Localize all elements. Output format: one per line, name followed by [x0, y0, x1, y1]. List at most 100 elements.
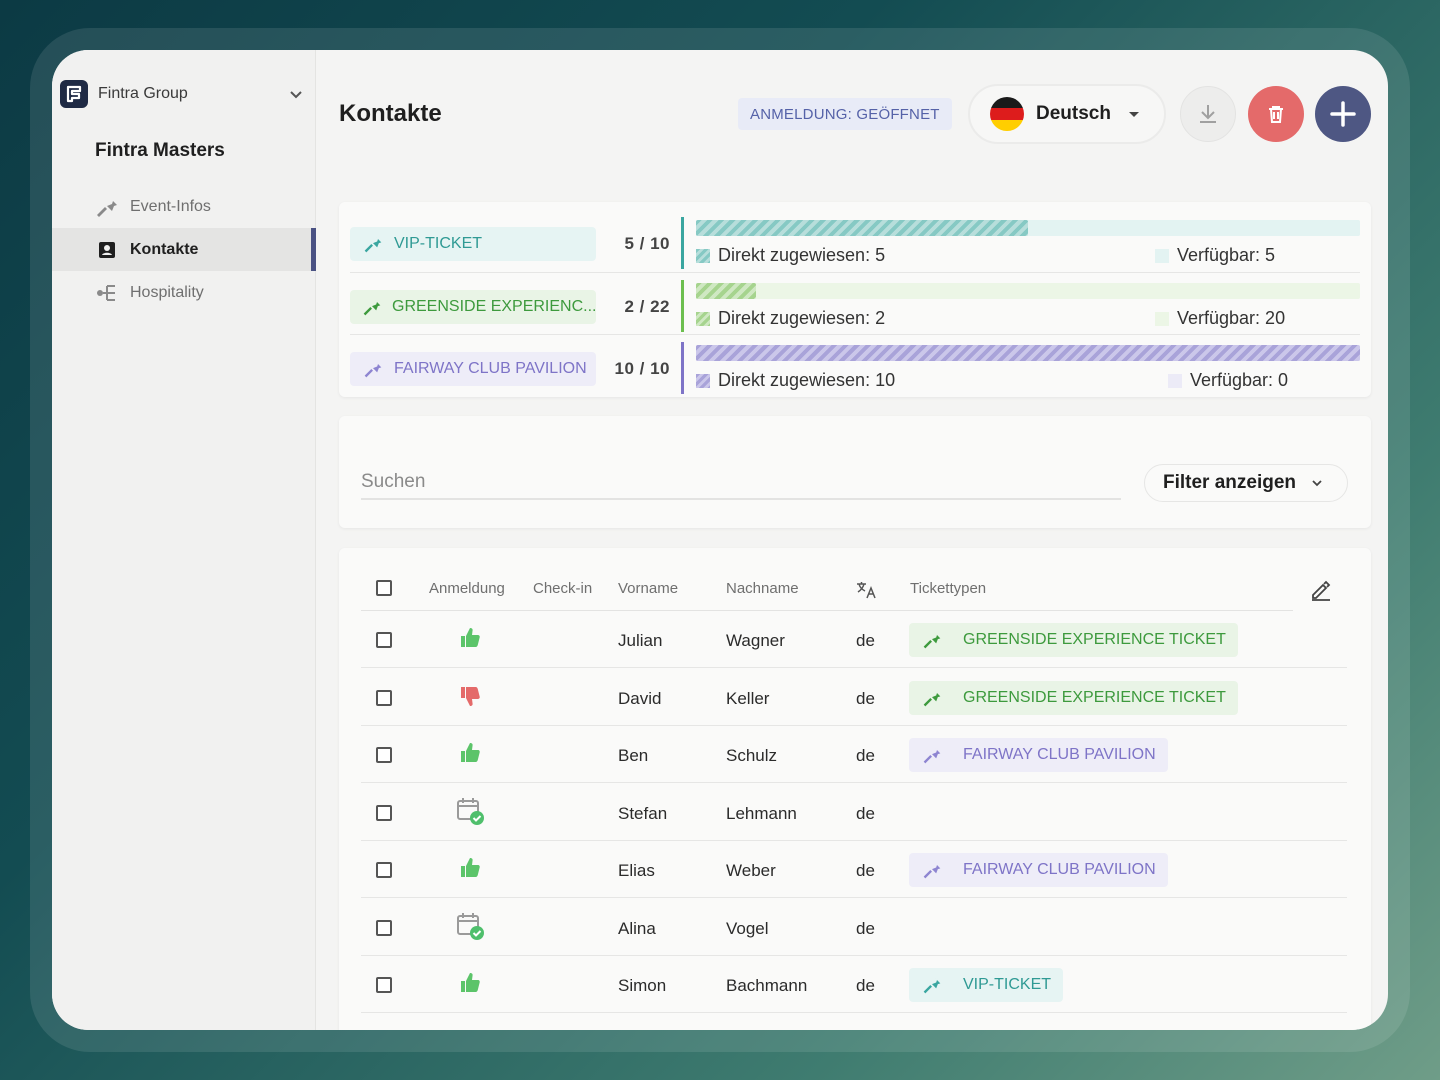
thumbs-up-icon [455, 623, 485, 653]
language-code: de [856, 688, 875, 708]
language-label: Deutsch [1036, 103, 1111, 124]
ticket-available: Verfügbar: 20 [1155, 308, 1285, 329]
org-switcher[interactable]: Fintra Group [60, 78, 308, 110]
row-checkbox[interactable] [376, 689, 392, 706]
sidebar-item-event-infos[interactable]: Event-Infos [52, 185, 316, 228]
hierarchy-icon [94, 280, 120, 306]
calendar-check-icon [455, 796, 485, 826]
translate-icon[interactable] [855, 580, 877, 600]
ticket-count: 5 / 10 [624, 234, 670, 253]
first-name: Stefan [618, 803, 668, 823]
table-row[interactable]: Ben Schulz de FAIRWAY CLUB PAVILION [361, 726, 1347, 783]
plus-icon [1330, 101, 1356, 127]
ticket-progress-fill [696, 283, 757, 299]
search-card: Filter anzeigen [339, 416, 1371, 528]
ticket-divider [681, 280, 684, 332]
first-name: Elias [618, 861, 655, 880]
ticket-row-greenside: GREENSIDE EXPERIENC... 2 / 22 Direkt zug… [350, 272, 1360, 332]
last-name: Keller [726, 688, 770, 708]
ticket-progress-bar [696, 283, 1360, 299]
filter-label: Filter anzeigen [1163, 472, 1297, 493]
first-name: Simon [618, 976, 667, 995]
last-name: Wagner [726, 631, 785, 650]
german-flag-icon [990, 97, 1024, 131]
ticket-chip-fairway[interactable]: FAIRWAY CLUB PAVILION [350, 352, 596, 386]
column-header-nachname[interactable]: Nachname [726, 580, 799, 597]
column-header-anmeldung[interactable]: Anmeldung [429, 580, 505, 597]
ticket-icon [362, 296, 382, 318]
row-checkbox[interactable] [376, 747, 392, 763]
sidebar-item-label: Kontakte [130, 240, 199, 258]
language-code: de [856, 861, 875, 880]
last-name: Schulz [726, 746, 778, 765]
ticket-icon [921, 859, 943, 881]
ticket-overview-card: VIP-TICKET 5 / 10 Direkt zugewiesen: 5 V… [339, 202, 1371, 397]
last-name: Bachmann [726, 976, 808, 995]
show-filter-button[interactable]: Filter anzeigen [1144, 464, 1348, 502]
row-checkbox[interactable] [376, 977, 392, 993]
ticket-type-chip[interactable]: GREENSIDE EXPERIENCE TICKET [909, 623, 1238, 657]
available-label: Verfügbar: 0 [1190, 370, 1289, 390]
add-contact-button[interactable] [1315, 86, 1371, 142]
chevron-down-icon [1310, 476, 1324, 490]
ticket-count: 10 / 10 [614, 359, 670, 378]
first-name: Ben [618, 746, 649, 765]
chevron-down-icon[interactable] [284, 82, 308, 106]
last-name: Vogel [726, 918, 769, 938]
sidebar-item-label: Hospitality [130, 283, 204, 301]
assigned-label: Direkt zugewiesen: 10 [718, 370, 896, 390]
ticket-type-label: VIP-TICKET [963, 976, 1052, 993]
search-input[interactable] [361, 466, 1121, 500]
ticket-icon [921, 629, 943, 651]
calendar-check-icon [455, 911, 485, 941]
row-checkbox[interactable] [376, 919, 392, 936]
thumbs-up-icon [455, 968, 485, 998]
ticket-icon [921, 974, 943, 996]
row-checkbox[interactable] [376, 862, 392, 878]
table-row[interactable]: Simon Bachmann de VIP-TICKET [361, 956, 1347, 1013]
app-window: Fintra Group Fintra Masters Event-Infos … [52, 50, 1388, 1030]
ticket-icon [921, 687, 943, 709]
ticket-name: FAIRWAY CLUB PAVILION [394, 360, 587, 377]
ticket-type-chip[interactable]: VIP-TICKET [909, 968, 1064, 1002]
row-checkbox[interactable] [376, 804, 392, 821]
table-row[interactable]: Julian Wagner de GREENSIDE EXPERIENCE TICKE… [361, 611, 1347, 668]
ticket-progress-fill [696, 345, 1360, 361]
column-header-vorname[interactable]: Vorname [618, 580, 678, 597]
language-code: de [856, 803, 875, 823]
language-code: de [856, 976, 875, 995]
download-button[interactable] [1180, 86, 1236, 142]
column-header-checkin[interactable]: Check-in [533, 580, 592, 597]
page-title: Kontakte [339, 100, 442, 127]
language-selector[interactable]: Deutsch [968, 84, 1166, 144]
select-all-checkbox[interactable] [376, 580, 392, 596]
first-name: Julian [618, 631, 663, 650]
table-row[interactable]: Elias Weber de FAIRWAY CLUB PAVILION [361, 841, 1347, 898]
column-header-tickettypen[interactable]: Tickettypen [910, 580, 986, 597]
delete-button[interactable] [1248, 86, 1304, 142]
ticket-divider [681, 342, 684, 394]
sidebar-item-hospitality[interactable]: Hospitality [52, 271, 316, 314]
ticket-type-chip[interactable]: FAIRWAY CLUB PAVILION [909, 738, 1168, 772]
table-row[interactable]: Alina Vogel de [361, 899, 1347, 956]
ticket-chip-vip[interactable]: VIP-TICKET [350, 227, 596, 261]
ticket-progress-fill [696, 220, 1028, 236]
sidebar-item-label: Event-Infos [130, 197, 211, 215]
org-name: Fintra Group [98, 85, 188, 102]
main-content: Kontakte ANMELDUNG: GEÖFFNET Deutsch VIP… [316, 50, 1388, 1030]
table-row[interactable]: David Keller de GREENSIDE EXPERIENCE TICKET [361, 669, 1347, 726]
sidebar-item-kontakte[interactable]: Kontakte [52, 228, 316, 271]
ticket-type-chip[interactable]: FAIRWAY CLUB PAVILION [909, 853, 1168, 887]
caret-down-icon [1128, 111, 1139, 117]
edit-columns-icon[interactable] [1309, 578, 1333, 602]
ticket-type-chip[interactable]: GREENSIDE EXPERIENCE TICKET [909, 680, 1238, 715]
ticket-icon [94, 194, 120, 220]
first-name: David [618, 688, 662, 708]
table-row[interactable]: Stefan Lehmann de [361, 784, 1347, 841]
row-checkbox[interactable] [376, 632, 392, 648]
trash-icon [1269, 106, 1283, 123]
language-code: de [856, 631, 875, 650]
ticket-chip-greenside[interactable]: GREENSIDE EXPERIENC... [350, 290, 596, 324]
thumbs-down-icon [455, 681, 485, 711]
ticket-available: Verfügbar: 5 [1155, 245, 1275, 266]
